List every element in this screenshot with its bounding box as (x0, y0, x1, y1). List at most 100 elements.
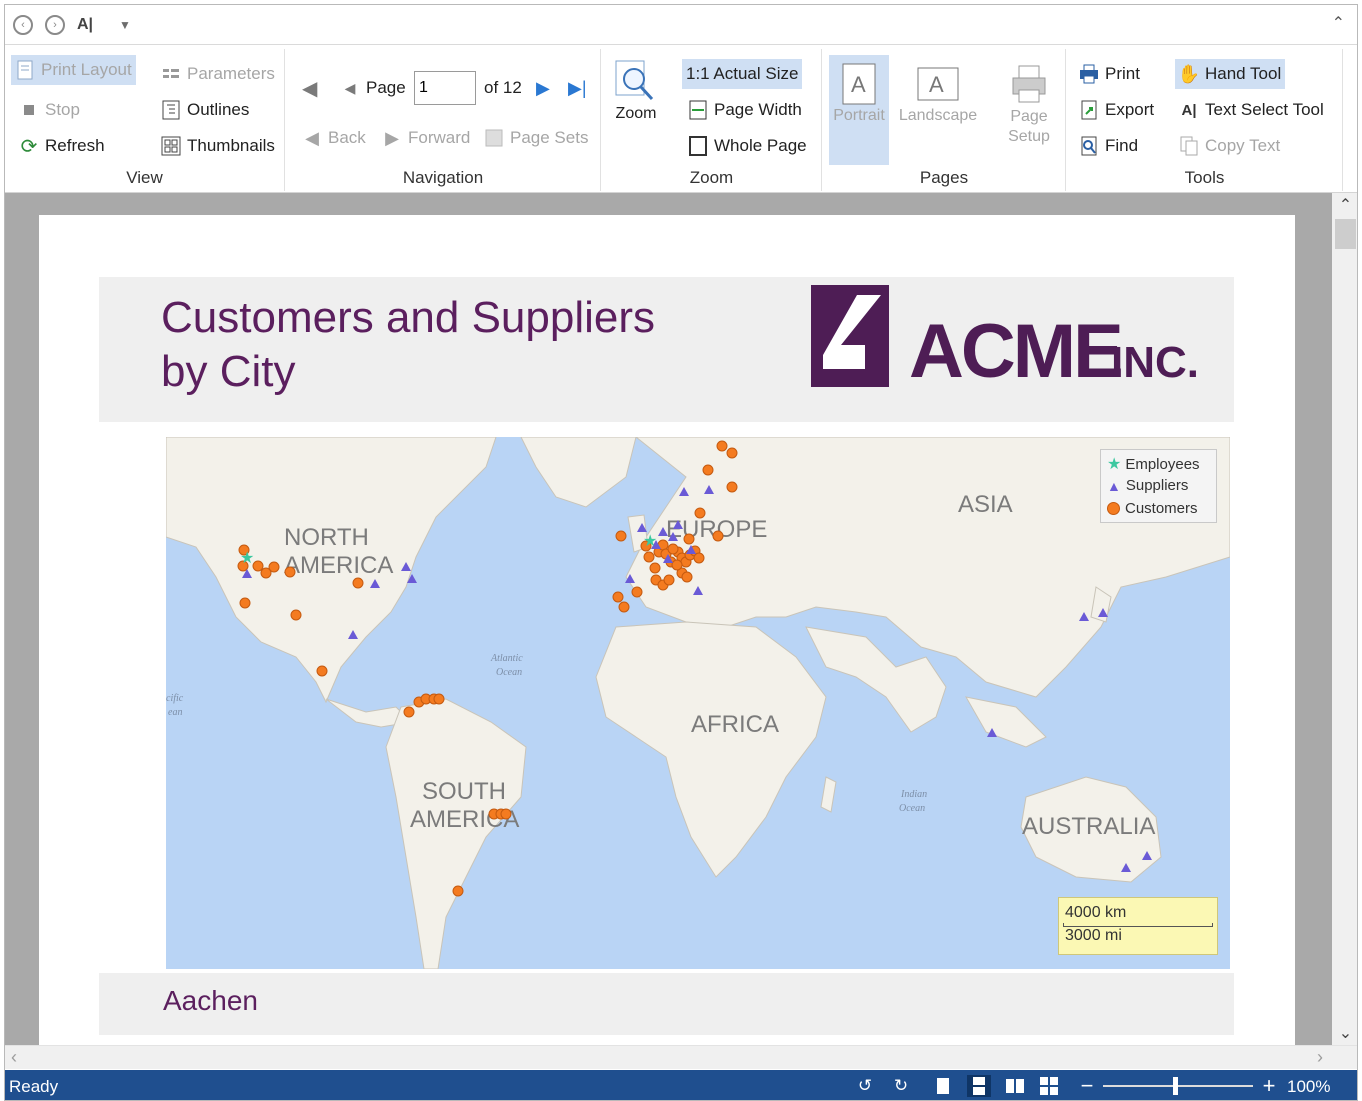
customer-marker[interactable] (433, 693, 445, 705)
customer-marker[interactable] (252, 560, 264, 572)
page-setup-button[interactable]: Page Setup (999, 55, 1059, 165)
portrait-button[interactable]: A Portrait (829, 55, 889, 165)
asia-label: ASIA (958, 491, 1013, 518)
customer-marker[interactable] (712, 530, 724, 542)
customer-marker[interactable] (500, 808, 512, 820)
report-page: Customers and Suppliers by City ACME INC… (39, 215, 1295, 1045)
export-button[interactable]: Export (1075, 95, 1158, 125)
horizontal-scrollbar[interactable]: ‹ › (5, 1045, 1357, 1069)
parameters-label: Parameters (187, 64, 275, 83)
vertical-scrollbar[interactable]: ⌃ ⌄ (1332, 193, 1357, 1045)
customer-marker[interactable] (663, 574, 675, 586)
navigation-group: ◀​ ◀ Page of 12 ▶ ▶| ◀ Back ▶ Forward (286, 49, 601, 191)
pacific-label-1: cific (166, 693, 184, 704)
employee-marker[interactable]: ★ (240, 550, 254, 567)
copy-text-button[interactable]: Copy Text (1175, 131, 1284, 161)
stop-button[interactable]: Stop (15, 95, 84, 125)
customer-marker[interactable] (716, 440, 728, 452)
greenland-landmass (520, 437, 637, 508)
customer-marker[interactable] (268, 561, 280, 573)
customer-marker[interactable] (683, 533, 695, 545)
vertical-scroll-thumb[interactable] (1335, 219, 1356, 249)
north-america-label-2: AMERICA (284, 552, 393, 579)
print-layout-button[interactable]: Print Layout (11, 55, 136, 85)
refresh-icon: ⟳ (20, 135, 38, 158)
page-width-label: Page Width (714, 100, 802, 119)
scroll-left-icon[interactable]: ‹ (11, 1047, 17, 1068)
page-setup-label-2: Setup (1008, 128, 1050, 145)
navigate-forward-icon[interactable]: ↻ (889, 1075, 913, 1097)
back-circle-icon[interactable]: ‹ (13, 13, 33, 37)
refresh-button[interactable]: ⟳ Refresh (15, 131, 109, 161)
last-page-button[interactable]: ▶| (564, 73, 591, 103)
page-width-button[interactable]: Page Width (684, 95, 806, 125)
legend-employees: ★ Employees (1107, 455, 1200, 474)
multi-page-icon[interactable] (1037, 1075, 1061, 1097)
navigate-backward-icon[interactable]: ↺ (853, 1075, 877, 1097)
outlines-button[interactable]: Outlines (157, 95, 253, 125)
single-page-icon[interactable] (931, 1075, 955, 1097)
customer-marker[interactable] (681, 571, 693, 583)
collapse-ribbon-icon[interactable]: ⌃ (1332, 13, 1345, 33)
print-button[interactable]: Print (1075, 59, 1144, 89)
landscape-button[interactable]: A Landscape (893, 55, 983, 165)
customer-marker[interactable] (643, 551, 655, 563)
customer-marker[interactable] (290, 609, 302, 621)
text-select-icon[interactable]: A| (77, 13, 93, 37)
thumbnails-icon (161, 136, 181, 156)
zoom-slider-track[interactable] (1103, 1085, 1253, 1087)
employee-marker[interactable]: ★ (643, 533, 657, 550)
map-scale-bar: 4000 km 3000 mi (1058, 897, 1218, 955)
zoom-button[interactable]: Zoom (606, 53, 666, 149)
parameters-button[interactable]: Parameters (157, 59, 279, 89)
zoom-in-icon[interactable]: + (1257, 1073, 1281, 1098)
customer-marker[interactable] (239, 597, 251, 609)
document-viewer[interactable]: Customers and Suppliers by City ACME INC… (5, 193, 1332, 1045)
page-number-input[interactable] (414, 71, 476, 105)
find-button[interactable]: Find (1075, 131, 1142, 161)
scroll-up-icon[interactable]: ⌃ (1332, 195, 1357, 215)
customer-marker[interactable] (612, 591, 624, 603)
customer-marker[interactable] (618, 601, 630, 613)
first-page-button[interactable]: ◀​ (298, 73, 321, 103)
customer-marker[interactable] (726, 481, 738, 493)
forward-button[interactable]: ▶ Forward (378, 123, 474, 153)
two-page-icon[interactable] (1003, 1075, 1027, 1097)
back-button[interactable]: ◀ Back (298, 123, 370, 153)
customer-marker[interactable] (615, 530, 627, 542)
thumbnails-button[interactable]: Thumbnails (157, 131, 279, 161)
scroll-down-icon[interactable]: ⌄ (1332, 1023, 1357, 1043)
navigation-group-label: Navigation (402, 168, 484, 187)
customer-marker[interactable] (452, 885, 464, 897)
next-page-button[interactable]: ▶ (532, 73, 554, 103)
text-select-tool-button[interactable]: A| Text Select Tool (1175, 95, 1328, 125)
page-sets-icon (484, 128, 504, 148)
scroll-right-icon[interactable]: › (1317, 1047, 1323, 1068)
actual-size-button[interactable]: 1:1 Actual Size (682, 59, 803, 89)
customer-marker[interactable] (694, 507, 706, 519)
customer-marker[interactable] (316, 665, 328, 677)
continuous-page-icon[interactable] (967, 1075, 991, 1097)
whole-page-button[interactable]: Whole Page (684, 131, 811, 161)
world-map[interactable]: NORTH AMERICA SOUTH AMERICA EUROPE ASIA … (166, 437, 1230, 969)
report-title-line-2: by City (161, 347, 296, 396)
forward-circle-icon[interactable]: › (45, 13, 65, 37)
customer-marker[interactable] (403, 706, 415, 718)
page-sets-button[interactable]: Page Sets (480, 123, 592, 153)
customer-marker[interactable] (726, 447, 738, 459)
hand-tool-button[interactable]: ✋ Hand Tool (1175, 59, 1286, 89)
customer-marker[interactable] (631, 586, 643, 598)
customize-qat-icon[interactable]: ▼ (119, 13, 131, 37)
customer-marker[interactable] (352, 577, 364, 589)
customer-marker[interactable] (693, 552, 705, 564)
customer-marker[interactable] (702, 464, 714, 476)
customer-marker[interactable] (284, 566, 296, 578)
customer-marker[interactable] (649, 562, 661, 574)
previous-page-button[interactable]: ◀ Page (336, 73, 410, 103)
customer-marker[interactable] (667, 543, 679, 555)
back-icon: ◀ (305, 127, 319, 148)
customer-marker[interactable] (671, 559, 683, 571)
zoom-slider-thumb[interactable] (1173, 1077, 1178, 1095)
view-group: Print Layout Stop ⟳ Refresh Parameters O… (5, 49, 285, 191)
zoom-out-icon[interactable]: − (1075, 1073, 1099, 1098)
